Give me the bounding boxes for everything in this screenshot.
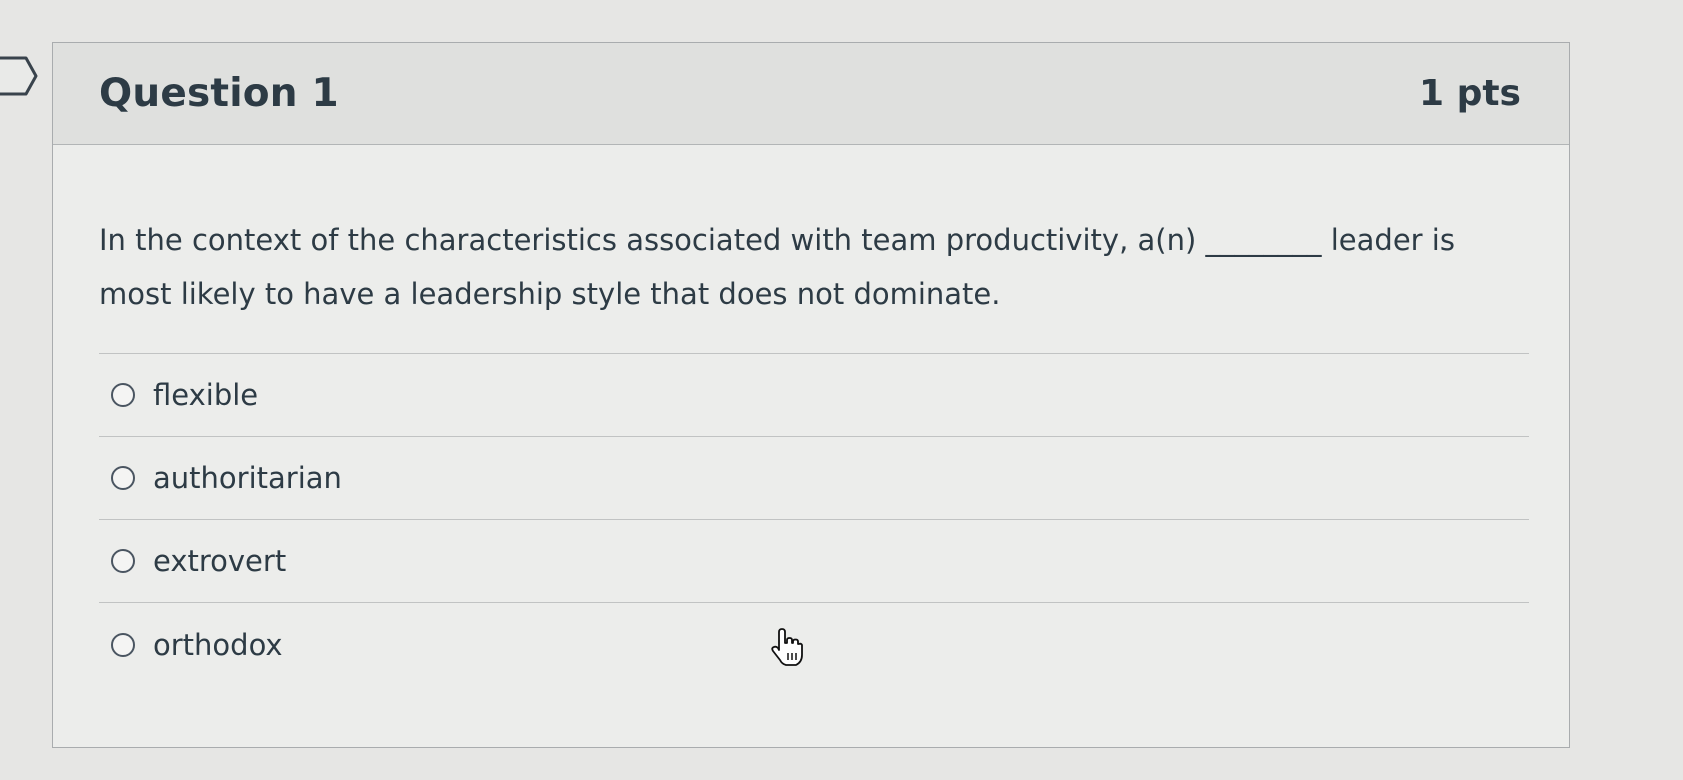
radio-button-icon[interactable] [111, 466, 135, 490]
question-flag-icon[interactable] [0, 52, 40, 100]
question-title: Question 1 [99, 71, 339, 116]
answer-list: flexible authoritarian extrovert orthodo… [99, 353, 1529, 686]
answer-option-flexible[interactable]: flexible [99, 354, 1529, 437]
answer-option-extrovert[interactable]: extrovert [99, 520, 1529, 603]
question-card: Question 1 1 pts In the context of the c… [52, 42, 1570, 748]
radio-button-icon[interactable] [111, 383, 135, 407]
answer-label[interactable]: orthodox [153, 628, 283, 662]
answer-label[interactable]: flexible [153, 378, 258, 412]
radio-button-icon[interactable] [111, 549, 135, 573]
question-points: 1 pts [1419, 73, 1521, 114]
question-header: Question 1 1 pts [53, 43, 1569, 145]
answer-option-orthodox[interactable]: orthodox [99, 603, 1529, 686]
question-body: In the context of the characteristics as… [53, 145, 1569, 686]
hand-pointer-icon [771, 628, 803, 666]
answer-label[interactable]: extrovert [153, 544, 286, 578]
answer-label[interactable]: authoritarian [153, 461, 342, 495]
answer-option-authoritarian[interactable]: authoritarian [99, 437, 1529, 520]
question-text: In the context of the characteristics as… [99, 223, 1455, 311]
radio-button-icon[interactable] [111, 632, 135, 657]
